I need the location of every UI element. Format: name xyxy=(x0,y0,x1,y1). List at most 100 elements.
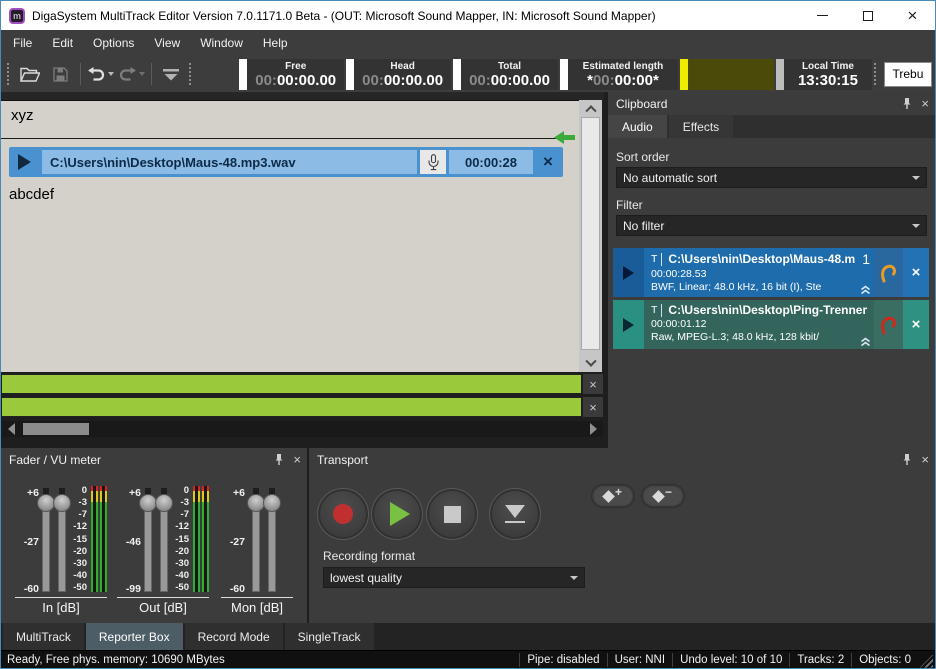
editor-horizontal-scrollbar[interactable] xyxy=(2,421,603,437)
pin-button[interactable] xyxy=(902,97,912,110)
folder-open-icon xyxy=(20,67,40,82)
menu-file[interactable]: File xyxy=(3,31,42,55)
item-play-button[interactable] xyxy=(613,300,644,349)
object-file-path[interactable]: C:\Users\nin\Desktop\Maus-48.mp3.wav xyxy=(42,150,417,174)
panel-close-button[interactable]: × xyxy=(293,452,301,467)
tab-effects[interactable]: Effects xyxy=(669,115,733,138)
toolbar-grip[interactable] xyxy=(874,63,879,85)
redo-dropdown-arrow[interactable] xyxy=(139,72,145,76)
track-lane-1[interactable] xyxy=(2,374,581,394)
object-record-button[interactable] xyxy=(420,150,446,174)
pin-button[interactable] xyxy=(274,453,284,466)
tab-audio[interactable]: Audio xyxy=(608,115,667,138)
menu-options[interactable]: Options xyxy=(83,31,144,55)
item-listen-button[interactable] xyxy=(874,300,903,349)
item-listen-button[interactable] xyxy=(874,248,903,297)
menu-window[interactable]: Window xyxy=(190,31,253,55)
vu-meter xyxy=(202,486,209,592)
menu-help[interactable]: Help xyxy=(253,31,298,55)
track-lane-2[interactable] xyxy=(2,397,581,417)
fader-knob[interactable] xyxy=(263,494,281,512)
filter-select[interactable]: No filter xyxy=(616,215,927,236)
sort-order-select[interactable]: No automatic sort xyxy=(616,167,927,188)
fader-mid-label: -27 xyxy=(15,536,39,548)
panel-close-button[interactable]: × xyxy=(921,96,929,111)
pin-icon xyxy=(902,453,912,466)
lane-2-close-button[interactable]: × xyxy=(583,397,603,417)
undo-dropdown-arrow[interactable] xyxy=(108,72,114,76)
remove-marker-button[interactable]: − xyxy=(641,484,685,508)
fader-max-label: +6 xyxy=(117,487,141,499)
scroll-down-button[interactable] xyxy=(579,356,602,372)
tab-multitrack[interactable]: MultiTrack xyxy=(3,623,84,650)
horizontal-scroll-thumb[interactable] xyxy=(23,423,89,435)
headphone-icon xyxy=(880,314,897,335)
maximize-button[interactable] xyxy=(845,1,890,30)
undo-button[interactable] xyxy=(85,59,116,89)
clipboard-panel: Clipboard × Audio Effects Sort order No … xyxy=(608,92,935,448)
save-button[interactable] xyxy=(46,59,77,89)
menu-bar: File Edit Options View Window Help xyxy=(1,30,935,56)
play-icon xyxy=(623,266,634,280)
pin-button[interactable] xyxy=(902,453,912,466)
record-button[interactable] xyxy=(317,488,369,540)
menu-view[interactable]: View xyxy=(144,31,190,55)
track-name: xyz xyxy=(11,107,34,124)
filter-label: Filter xyxy=(616,198,927,212)
close-icon: × xyxy=(908,7,918,24)
item-play-button[interactable] xyxy=(613,248,644,297)
toolbar-grip[interactable] xyxy=(7,63,12,85)
status-message: Ready, Free phys. memory: 10690 MBytes xyxy=(1,654,519,666)
scroll-right-button[interactable] xyxy=(583,421,603,437)
redo-button[interactable] xyxy=(116,59,147,89)
minimize-button[interactable] xyxy=(800,1,845,30)
chevron-double-up-icon[interactable] xyxy=(859,337,872,347)
status-tracks: Tracks: 2 xyxy=(789,653,851,667)
scroll-left-button[interactable] xyxy=(2,421,21,437)
vertical-scroll-thumb[interactable] xyxy=(581,117,600,350)
chevron-double-up-icon[interactable] xyxy=(859,285,872,295)
pin-icon xyxy=(902,97,912,110)
font-select-button[interactable]: Trebu xyxy=(884,62,932,87)
object-close-button[interactable]: × xyxy=(533,152,563,172)
toolbar-grip[interactable] xyxy=(189,63,194,85)
goto-end-button[interactable] xyxy=(489,488,541,540)
item-delete-button[interactable]: × xyxy=(903,248,929,297)
lane-1-close-button[interactable]: × xyxy=(583,374,603,394)
clipboard-item[interactable]: T C:\Users\nin\Desktop\Ping-Trenner.M 00… xyxy=(613,300,929,349)
save-icon xyxy=(53,67,68,82)
menu-edit[interactable]: Edit xyxy=(42,31,83,55)
status-pipe: Pipe: disabled xyxy=(519,653,606,667)
status-objects: Objects: 0 xyxy=(851,653,918,667)
audio-object-bar[interactable]: C:\Users\nin\Desktop\Maus-48.mp3.wav 00:… xyxy=(9,147,563,177)
chevron-down-icon xyxy=(570,576,578,580)
stop-button[interactable] xyxy=(426,488,478,540)
item-info[interactable]: T C:\Users\nin\Desktop\Maus-48.m 1 00:00… xyxy=(644,248,874,297)
item-info[interactable]: T C:\Users\nin\Desktop\Ping-Trenner.M 00… xyxy=(644,300,874,349)
tab-record-mode[interactable]: Record Mode xyxy=(185,623,283,650)
open-button[interactable] xyxy=(15,59,46,89)
fader-slider[interactable] xyxy=(263,488,281,592)
close-button[interactable]: × xyxy=(890,1,935,30)
item-format: Raw, MPEG-L.3; 48.0 kHz, 128 kbit/ xyxy=(651,331,870,344)
drop-marker-button[interactable] xyxy=(156,59,187,89)
fader-underline xyxy=(221,597,293,598)
add-marker-button[interactable]: + xyxy=(591,484,635,508)
level-meter xyxy=(680,59,774,90)
track-editor: xyz C:\Users\nin\Desktop\Maus-48.mp3.wav… xyxy=(1,92,604,448)
panel-close-button[interactable]: × xyxy=(921,452,929,467)
recording-format-select[interactable]: lowest quality xyxy=(323,567,585,588)
play-icon xyxy=(18,154,31,170)
resize-grip[interactable] xyxy=(920,655,933,668)
object-play-button[interactable] xyxy=(9,154,39,170)
counter-local-time: Local Time 13:30:15 xyxy=(776,59,872,90)
scroll-up-button[interactable] xyxy=(579,100,602,116)
tab-singletrack[interactable]: SingleTrack xyxy=(285,623,374,650)
editor-canvas[interactable]: xyz C:\Users\nin\Desktop\Maus-48.mp3.wav… xyxy=(1,100,579,372)
play-button[interactable] xyxy=(371,488,423,540)
clipboard-item[interactable]: T C:\Users\nin\Desktop\Maus-48.m 1 00:00… xyxy=(613,248,929,297)
item-delete-button[interactable]: × xyxy=(903,300,929,349)
tab-reporter-box[interactable]: Reporter Box xyxy=(86,623,183,650)
transport-panel-header: Transport × xyxy=(309,448,935,471)
editor-vertical-scrollbar[interactable] xyxy=(579,100,602,372)
